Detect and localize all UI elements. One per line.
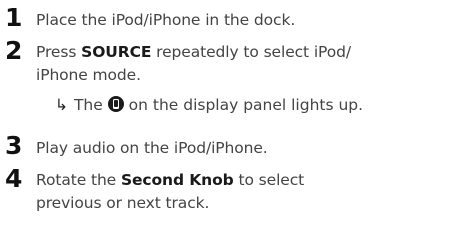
step-4-line2: previous or next track. xyxy=(36,194,210,212)
step-text: Press SOURCE repeatedly to select iPod/ … xyxy=(36,41,449,87)
step-number: 1 xyxy=(5,3,23,32)
result-post: on the display panel lights up. xyxy=(123,96,364,114)
result-pre: The xyxy=(73,96,108,114)
second-knob-keyword: Second Knob xyxy=(120,171,234,189)
step-number: 3 xyxy=(5,131,23,160)
step-2-pre: Press xyxy=(36,43,82,61)
result-arrow-icon: ↳ xyxy=(55,96,68,114)
step-text: Play audio on the iPod/iPhone. xyxy=(36,137,449,160)
step-4-post: to select xyxy=(233,171,305,189)
step-1-line: Place the iPod/iPhone in the dock. xyxy=(36,11,296,29)
step-text: Rotate the Second Knob to select previou… xyxy=(36,169,449,215)
ipod-iphone-icon xyxy=(107,96,124,112)
step-number: 2 xyxy=(5,36,23,65)
step-3-line: Play audio on the iPod/iPhone. xyxy=(36,139,268,157)
step-2-result: ↳ The on the display panel lights up. xyxy=(55,94,363,117)
step-number: 4 xyxy=(5,164,23,193)
step-text: Place the iPod/iPhone in the dock. xyxy=(36,9,449,32)
step-2-post: repeatedly to select iPod/ xyxy=(151,43,351,61)
step-4-pre: Rotate the xyxy=(36,171,121,189)
step-2-line2: iPhone mode. xyxy=(36,66,141,84)
source-keyword: SOURCE xyxy=(81,43,152,61)
